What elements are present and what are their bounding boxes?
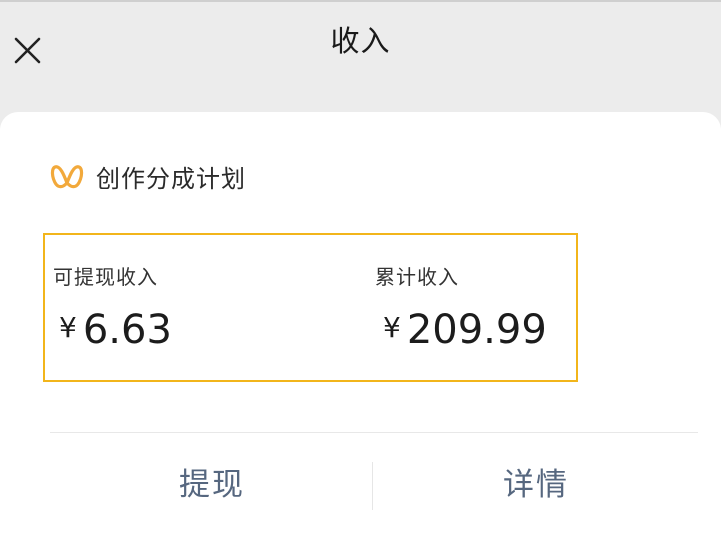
income-card: 创作分成计划 可提现收入 ¥6.63 累计收入 ¥209.99 提现 详情 (0, 112, 721, 537)
currency-symbol: ¥ (383, 311, 401, 344)
details-button[interactable]: 详情 (436, 460, 636, 510)
cumulative-income-value: ¥209.99 (383, 307, 547, 353)
divider (50, 432, 698, 433)
cumulative-amount: 209.99 (406, 307, 547, 353)
plan-row: 创作分成计划 (50, 156, 246, 196)
withdrawable-income-label: 可提现收入 (53, 265, 158, 289)
cumulative-income-label: 累计收入 (375, 265, 459, 289)
withdrawable-income-value: ¥6.63 (59, 307, 172, 353)
page-title: 收入 (330, 24, 391, 58)
income-screen: 收入 创作分成计划 可提现收入 ¥6.63 累计收入 ¥209.99 提现 详情 (0, 0, 721, 537)
income-summary-box: 可提现收入 ¥6.63 累计收入 ¥209.99 (43, 233, 578, 382)
withdraw-button[interactable]: 提现 (112, 460, 312, 510)
currency-symbol: ¥ (59, 311, 77, 344)
action-separator (372, 462, 373, 510)
program-logo-icon (50, 165, 84, 189)
withdrawable-amount: 6.63 (82, 307, 172, 353)
plan-label: 创作分成计划 (96, 164, 246, 193)
nav-bar: 收入 (0, 0, 721, 100)
